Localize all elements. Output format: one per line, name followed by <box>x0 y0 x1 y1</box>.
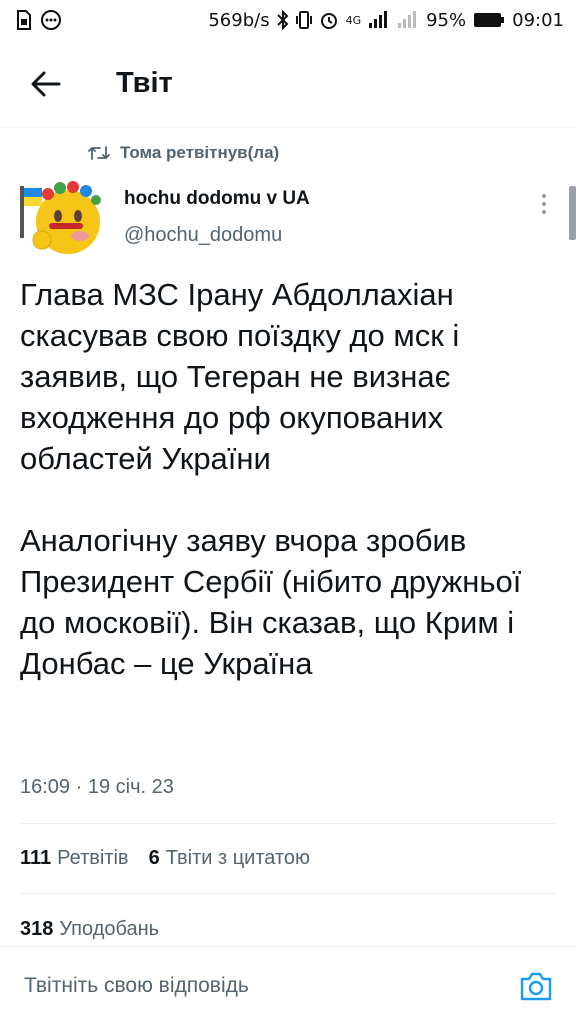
status-bar: 569b/s 4G 95% 09:01 <box>0 0 576 40</box>
retweet-icon <box>88 146 110 160</box>
likes-count: 318 <box>20 918 54 940</box>
arrow-left-icon <box>31 71 61 96</box>
author-info[interactable]: hochu dodomu v UA @hochu_dodomu <box>124 188 310 247</box>
more-vertical-icon[interactable] <box>530 188 558 220</box>
tweet-text: Глава МЗС Ірану Абдоллахіан скасував сво… <box>20 277 522 681</box>
quotes-label: Твіти з цитатою <box>165 847 311 869</box>
status-left <box>16 9 62 31</box>
retweets-label: Ретвітів <box>57 847 129 869</box>
alarm-icon <box>319 10 339 30</box>
reply-bar: Твітніть свою відповідь <box>0 946 576 1024</box>
vibrate-icon <box>295 10 312 30</box>
author-handle[interactable]: @hochu_dodomu <box>124 224 310 247</box>
retweet-attribution[interactable]: Тома ретвітнув(ла) <box>88 143 279 163</box>
divider <box>20 823 556 824</box>
signal-icon <box>368 11 390 29</box>
signal-secondary-icon <box>397 11 419 29</box>
divider <box>20 893 556 894</box>
network-speed: 569b/s <box>208 9 270 31</box>
chat-bubble-icon <box>40 9 62 31</box>
retweet-text: Тома ретвітнув(ла) <box>120 143 280 162</box>
header: Твіт <box>0 40 576 128</box>
page-title: Твіт <box>116 67 173 99</box>
back-button[interactable] <box>0 40 92 128</box>
camera-icon <box>520 972 552 1000</box>
stats-row-likes: 318 Уподобань <box>20 918 159 941</box>
retweets-stat[interactable]: 111 Ретвітів <box>20 847 129 870</box>
tweet-timestamp[interactable]: 16:09 · 19 січ. 23 <box>20 776 174 799</box>
scrollbar[interactable] <box>569 186 576 240</box>
sim-card-icon <box>16 10 32 30</box>
quotes-stat[interactable]: 6 Твіти з цитатою <box>149 847 310 870</box>
author-name[interactable]: hochu dodomu v UA <box>124 188 310 210</box>
quotes-count: 6 <box>148 847 160 869</box>
likes-stat[interactable]: 318 Уподобань <box>20 918 159 941</box>
battery-percent: 95% <box>426 9 467 31</box>
battery-icon <box>473 12 505 28</box>
clock: 09:01 <box>512 9 564 31</box>
camera-button[interactable] <box>516 966 556 1006</box>
avatar[interactable] <box>18 178 106 258</box>
reply-input[interactable]: Твітніть свою відповідь <box>24 974 516 998</box>
network-type: 4G <box>345 13 362 27</box>
status-right: 569b/s 4G 95% 09:01 <box>208 10 564 31</box>
retweets-count: 111 <box>20 847 52 869</box>
stats-row-retweets: 111 Ретвітів 6 Твіти з цитатою <box>20 847 310 870</box>
bluetooth-icon <box>276 10 289 30</box>
likes-label: Уподобань <box>59 918 160 940</box>
